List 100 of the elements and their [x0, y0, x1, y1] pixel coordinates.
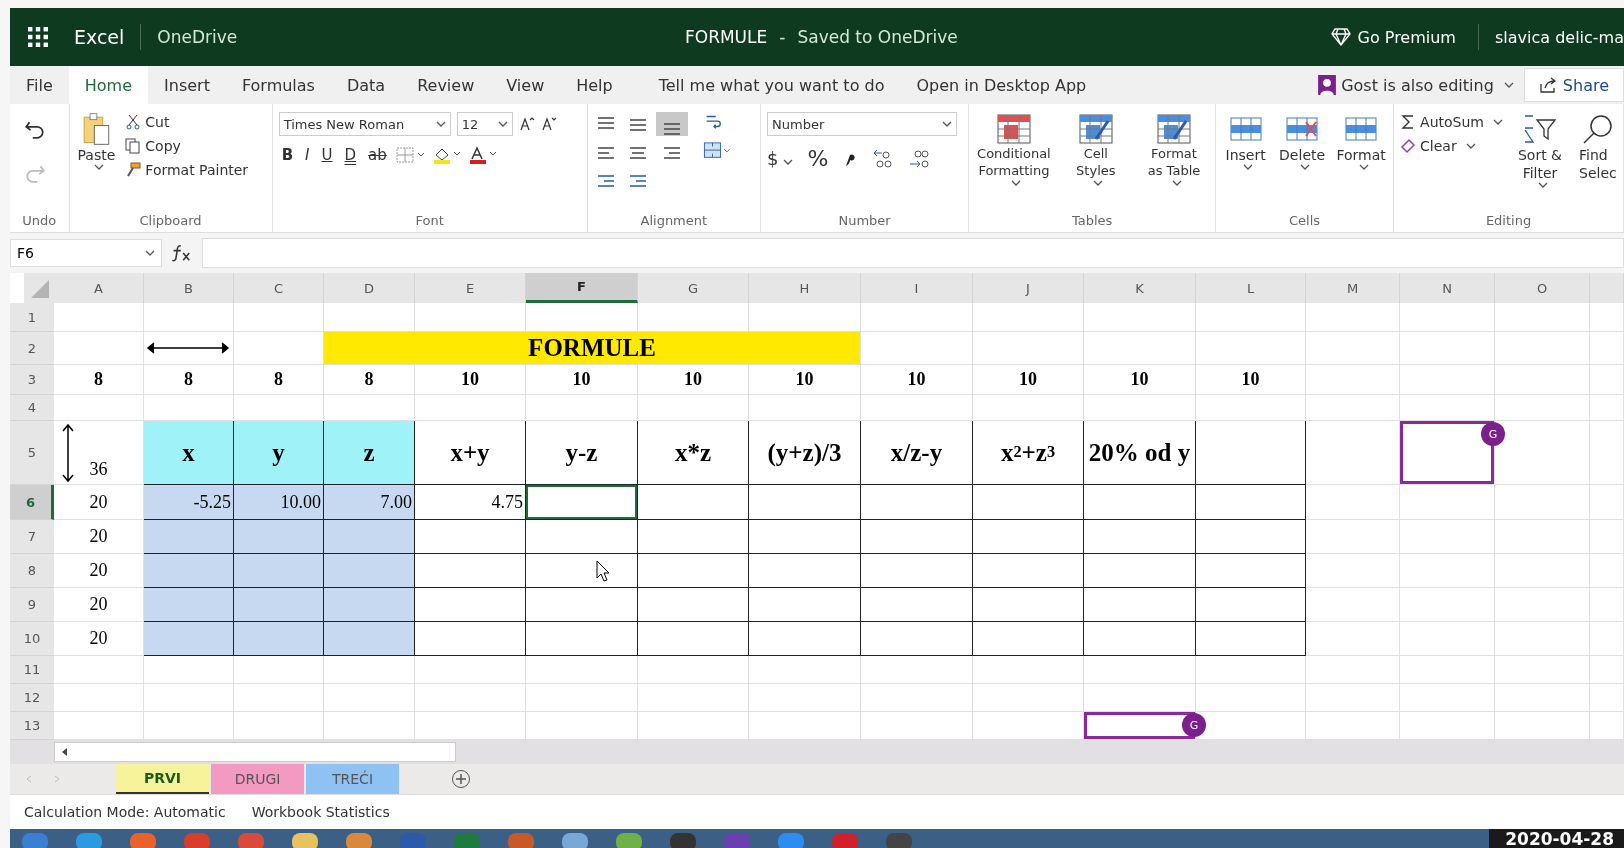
- next-sheet-icon[interactable]: [52, 774, 62, 784]
- sheet-cell[interactable]: [638, 622, 749, 656]
- sheet-cell[interactable]: [973, 554, 1084, 588]
- sheet-cell[interactable]: [144, 554, 234, 588]
- copy-button[interactable]: Copy: [125, 136, 249, 156]
- cut-button[interactable]: Cut: [125, 112, 249, 132]
- sheet-cell[interactable]: [234, 520, 324, 554]
- sheet-cell[interactable]: 8: [324, 365, 415, 395]
- sheet-cell[interactable]: [1084, 622, 1196, 656]
- sheet-cell[interactable]: 10: [526, 365, 638, 395]
- sheet-cell[interactable]: [638, 588, 749, 622]
- table-style-button[interactable]: Conditional Formatting: [975, 112, 1053, 186]
- cells-button[interactable]: Format: [1335, 112, 1388, 171]
- column-heading[interactable]: (y+z)/3: [749, 421, 861, 485]
- sheet-cell[interactable]: 10: [973, 365, 1084, 395]
- table-style-button[interactable]: Format as Table: [1138, 112, 1210, 186]
- increase-decimal-icon[interactable]: [872, 148, 895, 169]
- sheet-cell[interactable]: [234, 588, 324, 622]
- sheet-cell[interactable]: [1196, 485, 1306, 520]
- sheet-cell[interactable]: [749, 520, 861, 554]
- column-header[interactable]: L: [1196, 273, 1306, 303]
- decrease-decimal-icon[interactable]: [908, 148, 931, 169]
- open-desktop-link[interactable]: Open in Desktop App: [900, 66, 1103, 104]
- sheet-tab[interactable]: DRUGI: [211, 764, 304, 794]
- user-name[interactable]: slavica delic-ma: [1494, 27, 1624, 47]
- italic-button[interactable]: I: [302, 146, 313, 164]
- menu-tab[interactable]: Help: [560, 66, 629, 104]
- sheet-cell[interactable]: [415, 622, 526, 656]
- currency-button[interactable]: $: [767, 148, 794, 169]
- add-sheet-icon[interactable]: [451, 769, 471, 789]
- horizontal-scrollbar[interactable]: [54, 742, 456, 762]
- format-painter-button[interactable]: Format Painter: [125, 160, 249, 180]
- menu-tab[interactable]: Home: [68, 66, 149, 104]
- number-format-dropdown[interactable]: Number: [767, 112, 958, 136]
- row-header[interactable]: 9: [10, 588, 54, 622]
- bold-button[interactable]: B: [278, 146, 297, 164]
- column-header[interactable]: M: [1306, 273, 1400, 303]
- column-header[interactable]: E: [415, 273, 526, 303]
- row-header[interactable]: 8: [10, 554, 54, 588]
- sheet-cell[interactable]: [973, 622, 1084, 656]
- column-header[interactable]: F: [526, 273, 638, 303]
- sheet-cell[interactable]: [973, 588, 1084, 622]
- strikethrough-button[interactable]: ab: [365, 146, 390, 164]
- row-header[interactable]: 6: [10, 485, 54, 520]
- column-header[interactable]: N: [1400, 273, 1495, 303]
- row-header[interactable]: 5: [10, 421, 54, 485]
- sheet-cell[interactable]: [861, 520, 973, 554]
- sheet-cell[interactable]: [1196, 622, 1306, 656]
- double-underline-button[interactable]: D: [341, 146, 360, 164]
- row-header[interactable]: 10: [10, 622, 54, 656]
- menu-tab[interactable]: Formulas: [225, 66, 331, 104]
- column-header[interactable]: I: [861, 273, 973, 303]
- column-header[interactable]: O: [1495, 273, 1590, 303]
- scroll-left-icon[interactable]: [61, 747, 69, 757]
- sheet-cell[interactable]: [144, 622, 234, 656]
- premium-button[interactable]: Go Premium: [1325, 26, 1462, 48]
- sheet-cell[interactable]: [1084, 520, 1196, 554]
- column-heading[interactable]: y: [234, 421, 324, 485]
- sheet-cell[interactable]: 8: [54, 365, 144, 395]
- sheet-cell[interactable]: [749, 485, 861, 520]
- column-header[interactable]: C: [234, 273, 324, 303]
- row-header[interactable]: 1: [10, 303, 54, 332]
- column-header[interactable]: [1590, 273, 1624, 303]
- sheet-cell[interactable]: [144, 520, 234, 554]
- find-select-button[interactable]: Find Selec: [1577, 112, 1617, 183]
- font-name-dropdown[interactable]: Times New Roman: [278, 112, 451, 136]
- sheet-cell[interactable]: 10: [638, 365, 749, 395]
- column-header[interactable]: A: [54, 273, 144, 303]
- column-heading[interactable]: x: [144, 421, 234, 485]
- sheet-cell[interactable]: [526, 554, 638, 588]
- sheet-cell[interactable]: [1196, 520, 1306, 554]
- menu-tab[interactable]: View: [490, 66, 561, 104]
- sheet-cell[interactable]: [526, 588, 638, 622]
- borders-icon[interactable]: [395, 146, 426, 164]
- sheet-cell[interactable]: [234, 554, 324, 588]
- column-header[interactable]: K: [1084, 273, 1196, 303]
- sheet-cell[interactable]: 10: [861, 365, 973, 395]
- menu-tab[interactable]: File: [10, 66, 69, 104]
- sheet-cell[interactable]: -5.25: [144, 485, 234, 520]
- sheet-cell[interactable]: [638, 554, 749, 588]
- sheet-cell[interactable]: [526, 520, 638, 554]
- row-header[interactable]: 7: [10, 520, 54, 554]
- coauthor-button[interactable]: Gost is also editing: [1308, 66, 1524, 104]
- menu-tab[interactable]: Insert: [148, 66, 226, 104]
- row-header[interactable]: 2: [10, 332, 54, 365]
- sheet-cell[interactable]: [324, 520, 415, 554]
- column-heading[interactable]: y-z: [526, 421, 638, 485]
- column-header[interactable]: D: [324, 273, 415, 303]
- sheet-cell[interactable]: [749, 622, 861, 656]
- sheet-cell[interactable]: 4.75: [415, 485, 526, 520]
- sheet-cell[interactable]: G: [1400, 421, 1495, 485]
- fill-color-icon[interactable]: [431, 146, 462, 164]
- sheet-cell[interactable]: [861, 588, 973, 622]
- sheet-cell[interactable]: [1196, 421, 1306, 485]
- app-launcher-icon[interactable]: [28, 27, 48, 47]
- sheet-cell[interactable]: 8: [144, 365, 234, 395]
- sheet-cell[interactable]: 10: [415, 365, 526, 395]
- sheet-cell[interactable]: [1084, 588, 1196, 622]
- row-header[interactable]: 11: [10, 656, 54, 684]
- sheet-cell[interactable]: 10: [749, 365, 861, 395]
